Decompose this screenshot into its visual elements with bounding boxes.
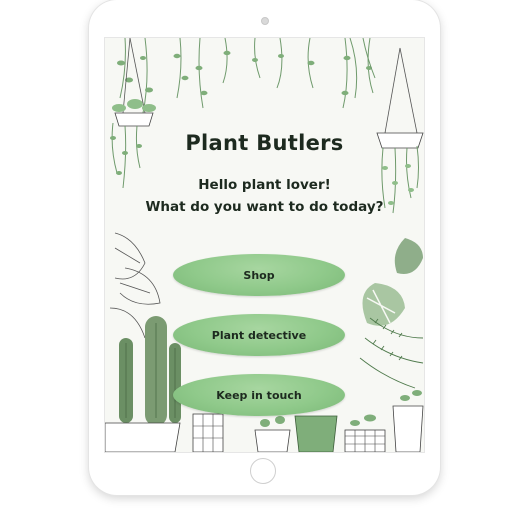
- vine-cluster-icon: [349, 38, 376, 99]
- hanging-pot-left-icon: [110, 38, 156, 189]
- monstera-leaf-icon: [362, 238, 423, 326]
- home-button-icon[interactable]: [250, 458, 276, 484]
- camera-dot-icon: [261, 17, 269, 25]
- greeting-line-1: Hello plant lover!: [198, 177, 331, 193]
- shop-button[interactable]: Shop: [173, 254, 345, 296]
- cactus-pot-icon: [105, 422, 181, 452]
- app-title: Plant Butlers: [185, 131, 344, 155]
- vine-leaves-icon: [117, 50, 372, 96]
- plant-detective-button[interactable]: Plant detective: [173, 314, 345, 356]
- cactus-icon: [119, 316, 181, 426]
- hanging-vines-icon: [119, 38, 374, 114]
- tablet-frame: Plant Butlers Hello plant lover! What do…: [89, 0, 440, 495]
- greeting-line-2: What do you want to do today?: [145, 199, 384, 215]
- keep-in-touch-button[interactable]: Keep in touch: [173, 374, 345, 416]
- greeting-text: Hello plant lover! What do you want to d…: [105, 174, 424, 218]
- app-screen: Plant Butlers Hello plant lover! What do…: [104, 37, 425, 453]
- fern-icon: [359, 317, 424, 389]
